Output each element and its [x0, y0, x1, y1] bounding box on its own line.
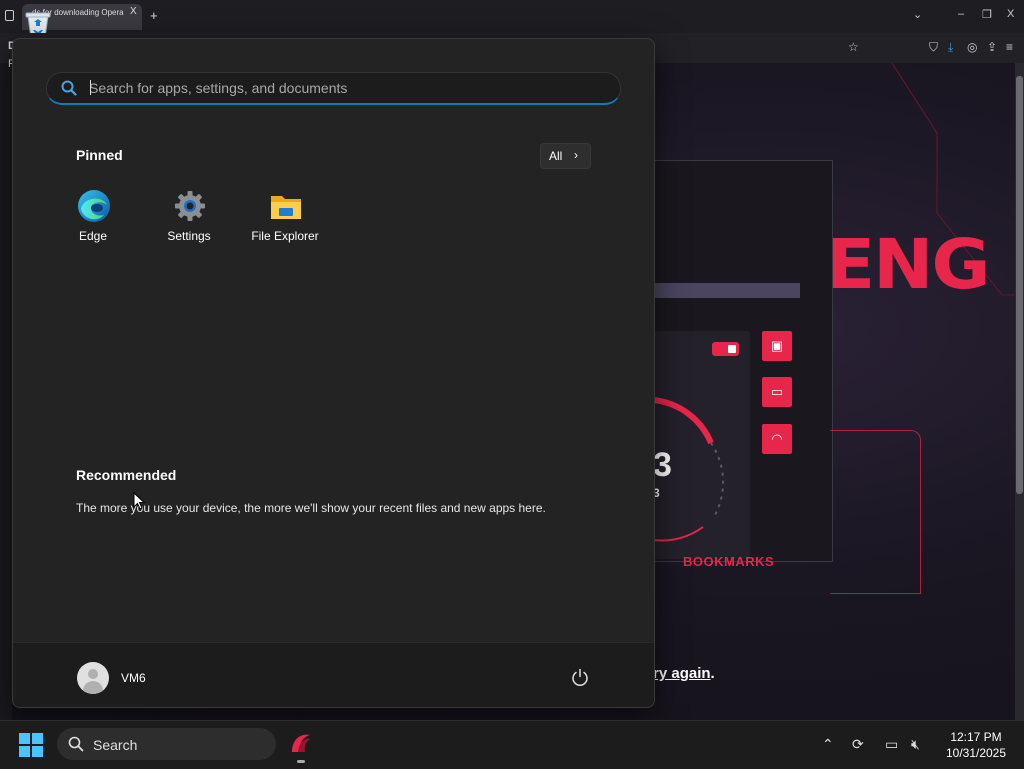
tab-list-dropdown-icon[interactable]: ⌄ [913, 8, 922, 21]
taskbar-search[interactable]: Search [57, 728, 276, 760]
power-icon[interactable] [570, 667, 590, 687]
edge-icon [78, 190, 110, 222]
menu-icon[interactable]: ≡ [1006, 40, 1013, 54]
start-search-input[interactable] [89, 79, 609, 97]
start-menu: Pinned All › Edge [12, 38, 655, 708]
user-avatar[interactable] [77, 662, 109, 694]
bookmark-star-icon[interactable]: ☆ [848, 40, 859, 54]
start-footer: VM6 [13, 642, 654, 707]
page-headline: ENG [826, 224, 991, 304]
network-icon[interactable]: ▭ [885, 736, 898, 753]
page-toggle [712, 342, 739, 356]
page-progress-bar [653, 283, 800, 298]
pinned-heading: Pinned [76, 147, 123, 163]
share-icon[interactable]: ⇪ [987, 40, 997, 54]
tab-close-button[interactable]: X [130, 6, 137, 17]
settings-gear-icon [175, 191, 205, 221]
new-tab-button[interactable]: + [150, 8, 158, 23]
try-again-link[interactable]: ry again. [653, 665, 715, 682]
page-frame [830, 430, 921, 594]
wifi-icon: ◠ [762, 424, 792, 454]
clock-time: 12:17 PM [950, 730, 1002, 744]
text-caret [90, 80, 91, 95]
vpn-icon[interactable]: ◎ [967, 40, 977, 54]
ram-icon: ▭ [762, 377, 792, 407]
app-running-indicator [297, 760, 305, 763]
search-icon [68, 736, 84, 752]
taskbar-clock[interactable]: 12:17 PM 10/31/2025 [936, 729, 1016, 761]
folder-icon [271, 196, 301, 219]
all-apps-label: All [549, 149, 563, 163]
user-name[interactable]: VM6 [121, 671, 146, 685]
page-scroll-thumb[interactable] [1016, 76, 1023, 494]
pinned-app-edge[interactable]: Edge [48, 189, 138, 249]
browser-tab-bar: ds for downloading Opera X + ⌄ – ❐ X [0, 0, 1024, 33]
taskbar-search-label: Search [93, 737, 138, 753]
mouse-cursor-icon [133, 492, 145, 510]
sync-icon[interactable]: ⟳ [852, 736, 864, 753]
search-icon [61, 80, 77, 96]
shield-icon[interactable]: ⛉ [929, 40, 938, 55]
browser-sidebar [0, 63, 12, 723]
pinned-app-settings[interactable]: Settings [144, 189, 234, 249]
start-search-box[interactable] [46, 72, 621, 105]
try-again-text: ry again [653, 665, 711, 682]
all-apps-button[interactable]: All › [540, 143, 591, 169]
minimize-button[interactable]: – [958, 8, 964, 20]
volume-muted-icon[interactable]: 🔇︎ [911, 736, 920, 753]
restore-button[interactable]: ❐ [982, 8, 992, 21]
bookmarks-label: BOOKMARKS [683, 554, 775, 569]
cpu-icon: ▣ [762, 331, 792, 361]
workspace-icon[interactable] [5, 10, 14, 21]
chevron-up-icon[interactable]: ⌃ [822, 736, 834, 753]
chevron-right-icon: › [574, 148, 578, 162]
pinned-app-file-explorer[interactable]: File Explorer [240, 189, 330, 249]
pinned-app-label: Edge [78, 229, 108, 243]
recommended-message: The more you use your device, the more w… [76, 501, 546, 515]
pinned-app-label: Settings [167, 229, 211, 243]
pinned-app-label: File Explorer [251, 229, 319, 243]
close-window-button[interactable]: X [1007, 8, 1014, 20]
clock-date: 10/31/2025 [945, 746, 1007, 760]
recommended-heading: Recommended [76, 467, 177, 483]
opera-gx-icon[interactable] [289, 731, 313, 755]
try-again-suffix: . [710, 665, 715, 682]
gauge-value: 3 [653, 446, 672, 484]
download-icon[interactable]: ⤓ [948, 40, 953, 55]
windows-start-icon[interactable] [19, 733, 43, 757]
